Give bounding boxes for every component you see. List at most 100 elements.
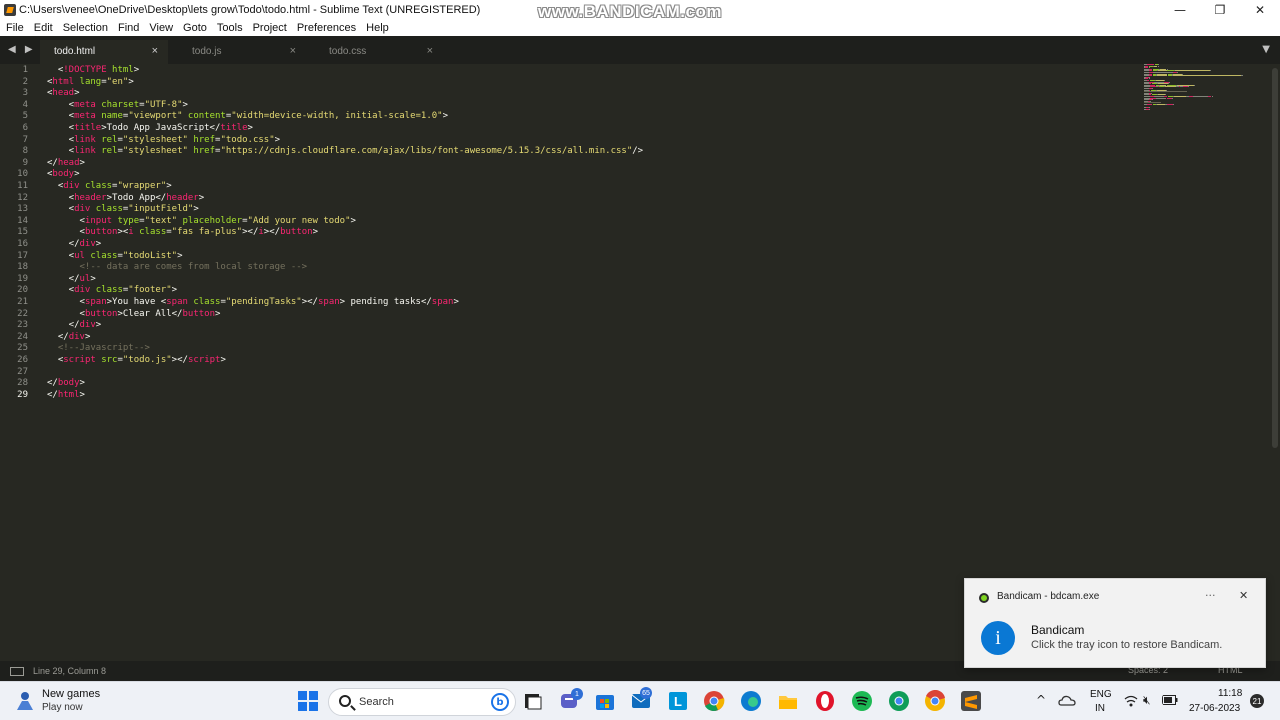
wifi-icon[interactable]	[1124, 694, 1138, 708]
code-token: header	[74, 192, 107, 203]
menu-selection[interactable]: Selection	[63, 22, 108, 34]
code-token: span	[166, 297, 188, 307]
bandicam-notification[interactable]: Bandicam - bdcam.exe ··· ✕ i Bandicam Cl…	[964, 578, 1266, 668]
code-editor[interactable]: 1 2 3 4 5 6 7 8 9 10 11 12 13 14 15 16 17 18 19 20 21 22 23 24 2…	[0, 64, 1268, 661]
widget-title[interactable]: New games	[42, 688, 100, 700]
code-line[interactable]: <html lang="en">	[47, 77, 134, 89]
code-line[interactable]: <head>	[47, 88, 80, 100]
menu-preferences[interactable]: Preferences	[297, 22, 356, 34]
code-line[interactable]: <input type="text" placeholder="Add your…	[47, 216, 356, 228]
code-line[interactable]: <header>Todo App</header>	[47, 193, 204, 205]
menu-goto[interactable]: Goto	[183, 22, 207, 34]
bing-icon[interactable]: b	[491, 693, 509, 711]
code-line[interactable]: </div>	[47, 332, 91, 344]
code-line[interactable]: <button>Clear All</button>	[47, 308, 221, 321]
code-token: "wrapper"	[117, 181, 167, 191]
chrome-secondary-icon[interactable]	[924, 690, 946, 712]
windows-start-icon[interactable]	[297, 690, 319, 712]
code-line[interactable]: <ul class="todoList">	[47, 251, 183, 263]
spotify-icon[interactable]	[851, 690, 873, 712]
menu-help[interactable]: Help	[366, 22, 389, 34]
taskbar-search[interactable]: Search b	[328, 688, 516, 716]
line-number: 2	[22, 76, 28, 87]
code-token: >	[312, 227, 318, 238]
minimap-segment	[1152, 99, 1154, 101]
line-number: 18	[17, 262, 28, 273]
code-line[interactable]: </head>	[47, 158, 85, 170]
code-line[interactable]: </body>	[47, 378, 85, 390]
code-line[interactable]: <link rel="stylesheet" href="todo.css">	[47, 135, 280, 147]
more-options-icon[interactable]: ···	[1205, 589, 1216, 602]
maximize-button[interactable]: ❐	[1200, 0, 1240, 20]
code-token: "Add your new todo"	[247, 215, 351, 226]
chrome-icon[interactable]	[703, 690, 725, 712]
code-line[interactable]: <body>	[47, 169, 80, 181]
code-line[interactable]: <div class="footer">	[47, 285, 177, 297]
task-view-icon[interactable]	[522, 690, 544, 712]
code-line[interactable]: <!-- data are comes from local storage -…	[47, 262, 308, 274]
menu-project[interactable]: Project	[253, 22, 287, 34]
menu-find[interactable]: Find	[118, 22, 139, 34]
tray-overflow-icon[interactable]: ^	[1036, 693, 1046, 707]
minimize-button[interactable]: —	[1160, 0, 1200, 20]
tab-list-dropdown-icon[interactable]: ▼	[1262, 44, 1270, 55]
lens-app-icon[interactable]: L	[667, 690, 689, 712]
cursor-position[interactable]: Line 29, Column 8	[33, 666, 106, 676]
code-line[interactable]: <span>You have <span class="pendingTasks…	[47, 297, 459, 309]
close-notification-icon[interactable]: ✕	[1239, 589, 1248, 602]
menu-file[interactable]: File	[6, 22, 24, 34]
language-code[interactable]: ENG	[1090, 689, 1112, 700]
menu-view[interactable]: View	[149, 22, 173, 34]
code-line[interactable]: <title>Todo App JavaScript</title>	[47, 123, 253, 135]
onedrive-icon[interactable]	[1058, 692, 1076, 710]
code-line[interactable]: <div class="wrapper">	[47, 181, 172, 193]
scrollbar-thumb[interactable]	[1272, 68, 1278, 448]
menu-edit[interactable]: Edit	[34, 22, 53, 34]
clock-date[interactable]: 27-06-2023	[1189, 703, 1240, 714]
file-explorer-icon[interactable]	[777, 690, 799, 712]
minimap-segment	[1172, 104, 1174, 105]
code-line[interactable]: <meta name="viewport" content="width=dev…	[47, 111, 448, 123]
menu-tools[interactable]: Tools	[217, 22, 243, 34]
tab-todo-css[interactable]: todo.css ×	[315, 40, 443, 64]
code-line[interactable]: <button><i class="fas fa-plus"></i></but…	[47, 227, 319, 239]
panel-toggle-icon[interactable]	[10, 666, 24, 676]
code-token: <	[47, 123, 75, 133]
opera-icon[interactable]	[814, 690, 836, 712]
close-button[interactable]: ✕	[1240, 0, 1280, 20]
code-line[interactable]: <link rel="stylesheet" href="https://cdn…	[47, 146, 643, 158]
volume-muted-icon[interactable]: 🔇︎	[1143, 693, 1151, 708]
code-token: href	[193, 146, 216, 157]
games-widget-icon[interactable]	[14, 690, 36, 712]
tab-todo-html[interactable]: todo.html ×	[40, 40, 168, 64]
chrome-profile-icon[interactable]	[888, 690, 910, 712]
code-line[interactable]: <script src="todo.js"></script>	[47, 355, 226, 367]
sublime-text-taskbar-icon[interactable]	[960, 690, 982, 712]
clock-time[interactable]: 11:18	[1218, 688, 1242, 699]
code-token: "https://cdnjs.cloudflare.com/ajax/libs/…	[220, 146, 633, 157]
code-line[interactable]: </html>	[47, 390, 85, 402]
code-line[interactable]: </ul>	[47, 274, 96, 286]
battery-icon[interactable]	[1162, 694, 1178, 706]
tab-nav-arrows[interactable]: ◀ ▶	[8, 44, 36, 55]
code-line[interactable]: <div class="inputField">	[47, 204, 199, 216]
code-token: <	[47, 308, 85, 319]
tab-close-icon[interactable]: ×	[290, 45, 296, 57]
code-line[interactable]: </div>	[47, 320, 102, 332]
tab-close-icon[interactable]: ×	[152, 45, 158, 57]
code-token: </	[47, 157, 58, 168]
notification-center-badge[interactable]: 21	[1250, 694, 1264, 708]
code-line[interactable]: <meta charset="UTF-8">	[47, 100, 188, 112]
edge-icon[interactable]	[740, 690, 762, 712]
code-token: "stylesheet"	[122, 134, 188, 145]
code-line[interactable]: <!--Javascript-->	[47, 343, 150, 355]
code-line[interactable]: </div>	[47, 239, 102, 251]
vertical-scrollbar[interactable]	[1268, 64, 1280, 661]
tab-todo-js[interactable]: todo.js ×	[178, 40, 306, 64]
minimap[interactable]	[1144, 64, 1244, 114]
tab-close-icon[interactable]: ×	[427, 45, 433, 57]
code-line[interactable]: <!DOCTYPE html>	[47, 65, 139, 77]
microsoft-store-icon[interactable]	[594, 690, 616, 712]
language-region[interactable]: IN	[1095, 703, 1105, 714]
code-token: >	[198, 192, 205, 203]
